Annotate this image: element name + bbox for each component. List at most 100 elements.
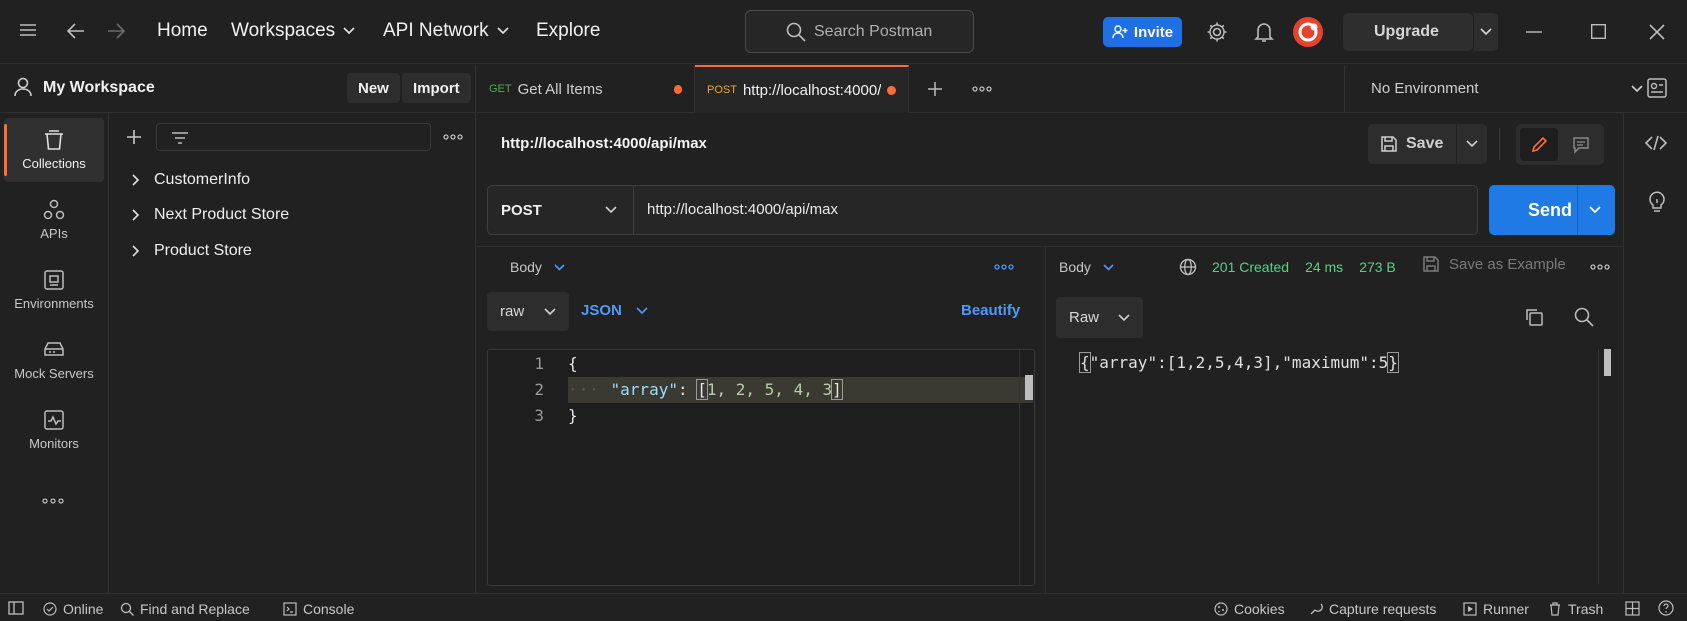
method-select[interactable]: POST bbox=[488, 186, 634, 234]
response-time[interactable]: 24 ms bbox=[1305, 259, 1343, 275]
request-title[interactable]: http://localhost:4000/api/max bbox=[501, 135, 707, 152]
rail-item-mock-servers[interactable]: Mock Servers bbox=[4, 328, 104, 392]
nav-api-network-label: API Network bbox=[383, 20, 489, 41]
chevron-down-icon[interactable] bbox=[1589, 206, 1601, 214]
maximize-icon[interactable] bbox=[1591, 24, 1606, 39]
collection-item[interactable]: Next Product Store bbox=[132, 206, 289, 224]
rail-item-label: Collections bbox=[22, 156, 86, 171]
search-icon[interactable] bbox=[1574, 307, 1594, 327]
unsaved-dot bbox=[887, 85, 896, 95]
edit-mode-button[interactable] bbox=[1520, 128, 1558, 161]
send-button[interactable]: Send bbox=[1489, 185, 1615, 235]
rail-item-apis[interactable]: APIs bbox=[4, 188, 104, 252]
import-button[interactable]: Import bbox=[402, 73, 471, 103]
mock-servers-icon bbox=[44, 342, 64, 356]
layout-icon[interactable] bbox=[1625, 601, 1640, 616]
bell-icon[interactable] bbox=[1254, 21, 1274, 43]
code-icon[interactable] bbox=[1645, 135, 1667, 151]
trash-icon bbox=[1550, 602, 1560, 616]
rail-item-monitors[interactable]: Monitors bbox=[4, 398, 104, 462]
status-badge[interactable]: 201 Created bbox=[1212, 259, 1289, 275]
capture-requests-button[interactable]: Capture requests bbox=[1309, 601, 1436, 617]
lightbulb-icon[interactable] bbox=[1648, 191, 1666, 213]
rail-item-label: APIs bbox=[40, 226, 68, 241]
new-tab-plus-icon[interactable] bbox=[927, 81, 943, 97]
more-options-icon[interactable] bbox=[1590, 264, 1610, 270]
comments-button[interactable] bbox=[1562, 128, 1600, 161]
more-options-icon[interactable] bbox=[972, 86, 992, 92]
save-label: Save bbox=[1406, 135, 1444, 152]
tab-method: GET bbox=[489, 83, 512, 95]
save-dropdown[interactable] bbox=[1457, 124, 1487, 164]
cookies-button[interactable]: Cookies bbox=[1214, 601, 1285, 617]
save-button[interactable]: Save bbox=[1368, 124, 1456, 164]
indent-guide: ··· bbox=[568, 380, 611, 399]
invite-button[interactable]: Invite bbox=[1103, 17, 1182, 47]
tab-post-localhost[interactable]: POST http://localhost:4000/ bbox=[695, 65, 909, 113]
online-status[interactable]: Online bbox=[43, 601, 103, 617]
search-icon bbox=[120, 602, 134, 616]
tab-get-all-items[interactable]: GET Get All Items bbox=[477, 65, 695, 113]
console-button[interactable]: Console bbox=[283, 601, 354, 617]
chevron-down-icon bbox=[554, 263, 565, 271]
upgrade-button[interactable]: Upgrade bbox=[1343, 13, 1473, 51]
back-arrow-icon[interactable] bbox=[66, 22, 86, 40]
workspace-title[interactable]: My Workspace bbox=[43, 79, 155, 97]
body-mode-select[interactable]: raw bbox=[487, 292, 569, 331]
gear-icon[interactable] bbox=[1206, 21, 1228, 43]
find-replace-button[interactable]: Find and Replace bbox=[120, 601, 250, 617]
sidebar-toggle-icon[interactable] bbox=[8, 601, 24, 615]
environment-quick-look-icon[interactable] bbox=[1646, 77, 1668, 99]
nav-api-network[interactable]: API Network bbox=[383, 20, 509, 42]
response-size[interactable]: 273 B bbox=[1359, 259, 1396, 275]
body-editor[interactable]: 1 2 3 { ··· "array" : [ 1, 2, 5, 4, 3 ] … bbox=[487, 349, 1035, 586]
plus-icon[interactable] bbox=[126, 129, 142, 145]
search-input[interactable]: Search Postman bbox=[745, 10, 974, 53]
trash-button[interactable]: Trash bbox=[1548, 601, 1603, 617]
forward-arrow-icon[interactable] bbox=[106, 22, 126, 40]
beautify-button[interactable]: Beautify bbox=[961, 302, 1020, 319]
scrollbar-thumb[interactable] bbox=[1025, 375, 1033, 400]
collection-item[interactable]: CustomerInfo bbox=[132, 171, 250, 189]
divider bbox=[1019, 350, 1020, 585]
close-icon[interactable] bbox=[1649, 24, 1665, 40]
avatar[interactable] bbox=[1293, 17, 1323, 47]
rail-item-collections[interactable]: Collections bbox=[4, 118, 104, 182]
left-rail: Collections APIs Environments Mock Serve… bbox=[0, 113, 109, 593]
nav-home[interactable]: Home bbox=[157, 20, 208, 42]
more-options-icon[interactable] bbox=[42, 498, 64, 504]
new-button[interactable]: New bbox=[347, 73, 400, 103]
chevron-down-icon bbox=[1480, 28, 1492, 36]
response-body-tab[interactable]: Body bbox=[1059, 259, 1114, 275]
response-body[interactable]: { "array":[1,2,5,4,3],"maximum":5 } bbox=[1079, 352, 1399, 373]
tab-label: Get All Items bbox=[517, 80, 603, 98]
save-as-example-button[interactable]: Save as Example bbox=[1422, 255, 1566, 273]
scrollbar-thumb[interactable] bbox=[1604, 349, 1611, 376]
filter-input[interactable] bbox=[156, 123, 431, 151]
upgrade-dropdown[interactable] bbox=[1474, 13, 1498, 51]
upgrade-label: Upgrade bbox=[1374, 23, 1439, 40]
minimize-icon[interactable] bbox=[1526, 31, 1542, 33]
cookies-label: Cookies bbox=[1234, 601, 1285, 617]
code-key: "array" bbox=[610, 380, 678, 399]
response-view-select[interactable]: Raw bbox=[1056, 297, 1143, 338]
nav-workspaces[interactable]: Workspaces bbox=[231, 20, 355, 42]
copy-icon[interactable] bbox=[1524, 307, 1544, 327]
body-tab[interactable]: Body bbox=[510, 259, 565, 275]
url-input[interactable]: http://localhost:4000/api/max bbox=[647, 201, 838, 218]
divider bbox=[1577, 185, 1578, 235]
rail-item-environments[interactable]: Environments bbox=[4, 258, 104, 322]
globe-icon[interactable] bbox=[1179, 258, 1197, 276]
more-options-icon[interactable] bbox=[994, 264, 1014, 270]
more-options-icon[interactable] bbox=[443, 134, 463, 140]
help-icon[interactable] bbox=[1658, 600, 1674, 616]
nav-explore[interactable]: Explore bbox=[536, 20, 600, 42]
collection-item[interactable]: Product Store bbox=[132, 242, 252, 260]
body-format-select[interactable]: JSON bbox=[581, 302, 648, 319]
method-label: POST bbox=[501, 201, 542, 219]
environment-selector[interactable]: No Environment bbox=[1344, 65, 1687, 113]
response-content: "array":[1,2,5,4,3],"maximum":5 bbox=[1089, 353, 1389, 372]
menu-icon[interactable] bbox=[19, 22, 37, 38]
save-as-example-label: Save as Example bbox=[1449, 255, 1566, 273]
runner-button[interactable]: Runner bbox=[1463, 601, 1529, 617]
